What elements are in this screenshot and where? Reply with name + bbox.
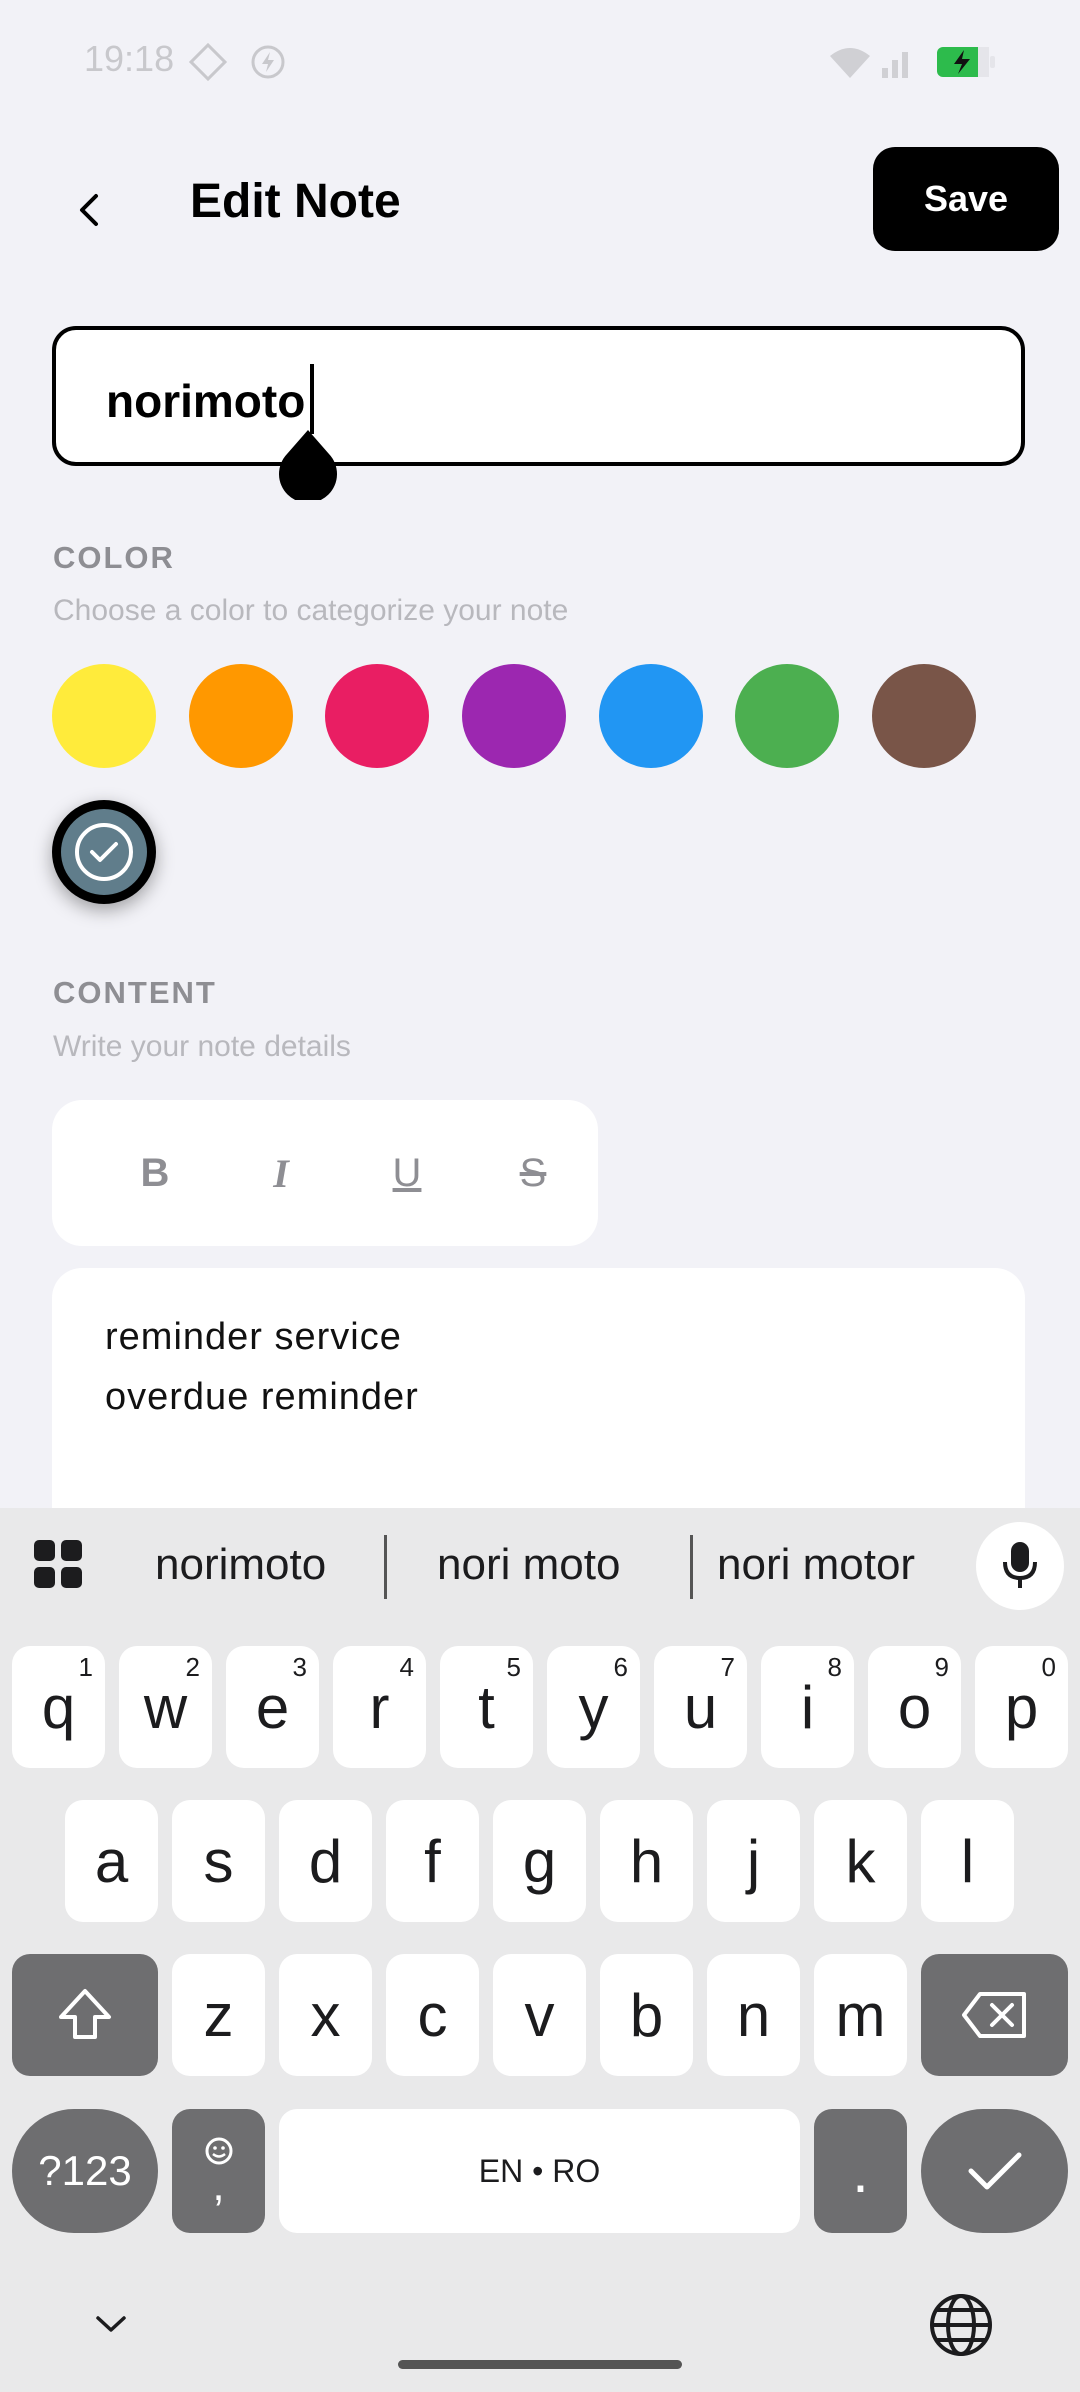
underline-button[interactable]: U xyxy=(374,1140,440,1206)
key-f[interactable]: f xyxy=(386,1800,479,1922)
status-bar: 19:18 xyxy=(0,0,1080,130)
key-j[interactable]: j xyxy=(707,1800,800,1922)
key-g[interactable]: g xyxy=(493,1800,586,1922)
key-k[interactable]: k xyxy=(814,1800,907,1922)
microphone-button[interactable] xyxy=(976,1522,1064,1610)
color-swatch-blue[interactable] xyxy=(599,664,703,768)
cursor-handle[interactable] xyxy=(279,430,337,500)
shift-key[interactable] xyxy=(12,1954,158,2076)
key-c[interactable]: c xyxy=(386,1954,479,2076)
check-icon xyxy=(968,2152,1021,2190)
comma-label: , xyxy=(212,2161,225,2210)
charging-notification-icon xyxy=(251,45,285,79)
color-swatch-yellow[interactable] xyxy=(52,664,156,768)
content-line: reminder service xyxy=(105,1316,402,1358)
content-section-label: CONTENT xyxy=(53,975,217,1010)
suggestion-divider xyxy=(384,1535,387,1599)
italic-button[interactable]: I xyxy=(248,1140,314,1206)
save-button[interactable]: Save xyxy=(873,147,1059,251)
page-title: Edit Note xyxy=(190,175,401,228)
key-t[interactable]: t5 xyxy=(440,1646,533,1768)
shift-icon xyxy=(59,1989,111,2039)
key-s[interactable]: s xyxy=(172,1800,265,1922)
color-swatch-orange[interactable] xyxy=(189,664,293,768)
key-e[interactable]: e3 xyxy=(226,1646,319,1768)
hide-keyboard-chevron-icon[interactable] xyxy=(94,2312,128,2336)
check-circle-icon xyxy=(75,823,133,881)
enter-key[interactable] xyxy=(921,2109,1068,2233)
color-section-label: COLOR xyxy=(53,540,175,575)
back-button[interactable] xyxy=(50,170,130,250)
content-line: overdue reminder xyxy=(105,1376,419,1418)
color-swatch-brown[interactable] xyxy=(872,664,976,768)
key-i[interactable]: i8 xyxy=(761,1646,854,1768)
key-p[interactable]: p0 xyxy=(975,1646,1068,1768)
chevron-left-icon xyxy=(80,194,98,226)
space-key[interactable]: EN • RO xyxy=(279,2109,800,2233)
text-cursor xyxy=(310,364,314,434)
suggestion-divider xyxy=(690,1535,693,1599)
key-n[interactable]: n xyxy=(707,1954,800,2076)
title-input-value: norimoto xyxy=(106,375,306,427)
key-x[interactable]: x xyxy=(279,1954,372,2076)
status-time: 19:18 xyxy=(84,38,175,79)
backspace-key[interactable] xyxy=(921,1954,1068,2076)
color-swatch-blue-grey-selected[interactable] xyxy=(52,800,156,904)
backspace-icon xyxy=(961,1992,1026,2038)
key-a[interactable]: a xyxy=(65,1800,158,1922)
content-editor[interactable]: reminder service overdue reminder xyxy=(52,1268,1025,1508)
key-b[interactable]: b xyxy=(600,1954,693,2076)
color-section-hint: Choose a color to categorize your note xyxy=(53,594,569,627)
key-r[interactable]: r4 xyxy=(333,1646,426,1768)
key-q[interactable]: q1 xyxy=(12,1646,105,1768)
key-m[interactable]: m xyxy=(814,1954,907,2076)
key-u[interactable]: u7 xyxy=(654,1646,747,1768)
key-o[interactable]: o9 xyxy=(868,1646,961,1768)
bold-button[interactable]: B xyxy=(122,1140,188,1206)
apps-grid-icon[interactable] xyxy=(32,1538,84,1590)
symbols-key[interactable]: ?123 xyxy=(12,2109,158,2233)
color-swatch-pink[interactable] xyxy=(325,664,429,768)
suggestion-2[interactable]: nori moto xyxy=(437,1540,620,1590)
key-y[interactable]: y6 xyxy=(547,1646,640,1768)
app-notification-icon xyxy=(188,42,228,82)
suggestion-bar: norimoto nori moto nori motor xyxy=(0,1508,1080,1628)
period-key[interactable]: . xyxy=(814,2109,907,2233)
microphone-icon xyxy=(1003,1542,1037,1588)
strikethrough-button[interactable]: S xyxy=(500,1140,566,1206)
key-z[interactable]: z xyxy=(172,1954,265,2076)
home-indicator[interactable] xyxy=(398,2360,682,2369)
wifi-icon xyxy=(830,48,870,78)
key-w[interactable]: w2 xyxy=(119,1646,212,1768)
color-swatch-purple[interactable] xyxy=(462,664,566,768)
keyboard: norimoto nori moto nori motor q1 w2 e3 r… xyxy=(0,1508,1080,2392)
suggestion-3[interactable]: nori motor xyxy=(717,1540,915,1590)
language-globe-icon[interactable] xyxy=(928,2292,994,2358)
key-d[interactable]: d xyxy=(279,1800,372,1922)
format-toolbar: B I U S xyxy=(52,1100,598,1246)
title-input[interactable]: norimoto xyxy=(52,326,1025,466)
suggestion-1[interactable]: norimoto xyxy=(155,1540,326,1590)
key-h[interactable]: h xyxy=(600,1800,693,1922)
signal-icon xyxy=(882,52,908,78)
key-l[interactable]: l xyxy=(921,1800,1014,1922)
key-v[interactable]: v xyxy=(493,1954,586,2076)
content-section-hint: Write your note details xyxy=(53,1030,351,1063)
emoji-comma-key[interactable]: , xyxy=(172,2109,265,2233)
color-swatch-green[interactable] xyxy=(735,664,839,768)
battery-icon xyxy=(937,47,995,77)
